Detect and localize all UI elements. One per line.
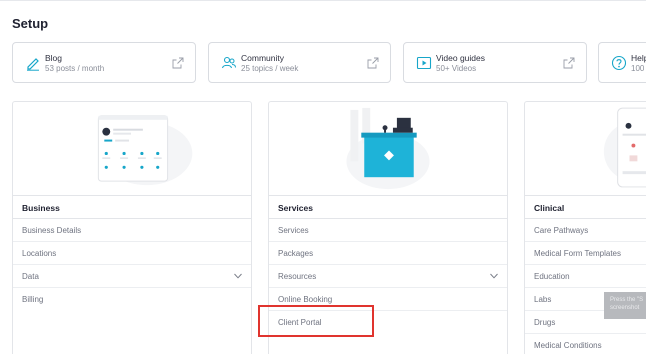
play-icon (416, 56, 432, 70)
locations-link[interactable]: Locations (13, 242, 251, 265)
community-card-subtitle: 25 topics / week (241, 64, 299, 73)
education-link[interactable]: Education (525, 265, 646, 288)
chevron-down-icon (490, 273, 498, 279)
data-menu[interactable]: Data (13, 265, 251, 288)
external-link-icon (172, 57, 184, 69)
top-divider (0, 0, 646, 1)
video-guides-card-subtitle: 50+ Videos (436, 64, 477, 73)
services-illustration (269, 107, 507, 196)
packages-link[interactable]: Packages (269, 242, 507, 265)
business-details-link[interactable]: Business Details (13, 219, 251, 242)
billing-link[interactable]: Billing (13, 288, 251, 311)
medical-form-templates-link[interactable]: Medical Form Templates (525, 242, 646, 265)
pencil-icon (27, 58, 39, 71)
help-card-title: Help (631, 53, 646, 63)
external-link-icon (367, 57, 379, 69)
page-title: Setup (12, 16, 49, 31)
external-link-icon (563, 57, 575, 69)
community-card-title: Community (241, 53, 284, 63)
medical-conditions-link[interactable]: Medical Conditions (525, 334, 646, 354)
business-panel-title: Business (13, 196, 251, 219)
services-link[interactable]: Services (269, 219, 507, 242)
screenshot-tooltip: Press the "S screenshot (604, 292, 646, 319)
data-menu-label: Data (22, 272, 39, 281)
blog-card-title: Blog (45, 53, 63, 63)
community-icon (221, 56, 236, 69)
video-guides-card-title: Video guides (436, 53, 485, 63)
help-card[interactable]: Help 100 (598, 42, 646, 83)
business-illustration (13, 115, 251, 196)
help-card-subtitle: 100 (631, 64, 645, 73)
resources-menu-label: Resources (278, 272, 317, 281)
community-card[interactable]: Community 25 topics / week (208, 42, 391, 83)
tooltip-line-1: Press the "S (610, 297, 644, 303)
business-panel: Business Business Details Locations Data… (12, 101, 252, 354)
resources-menu[interactable]: Resources (269, 265, 507, 288)
blog-card-subtitle: 53 posts / month (45, 64, 105, 73)
services-panel-title: Services (269, 196, 507, 219)
tooltip-line-2: screenshot (610, 305, 640, 311)
blog-card[interactable]: Blog 53 posts / month (12, 42, 196, 83)
video-guides-card[interactable]: Video guides 50+ Videos (403, 42, 587, 83)
help-icon (611, 55, 627, 71)
client-portal-highlight-box (258, 305, 374, 337)
clinical-illustration (525, 107, 646, 196)
care-pathways-link[interactable]: Care Pathways (525, 219, 646, 242)
chevron-down-icon (234, 273, 242, 279)
clinical-panel-title: Clinical (525, 196, 646, 219)
